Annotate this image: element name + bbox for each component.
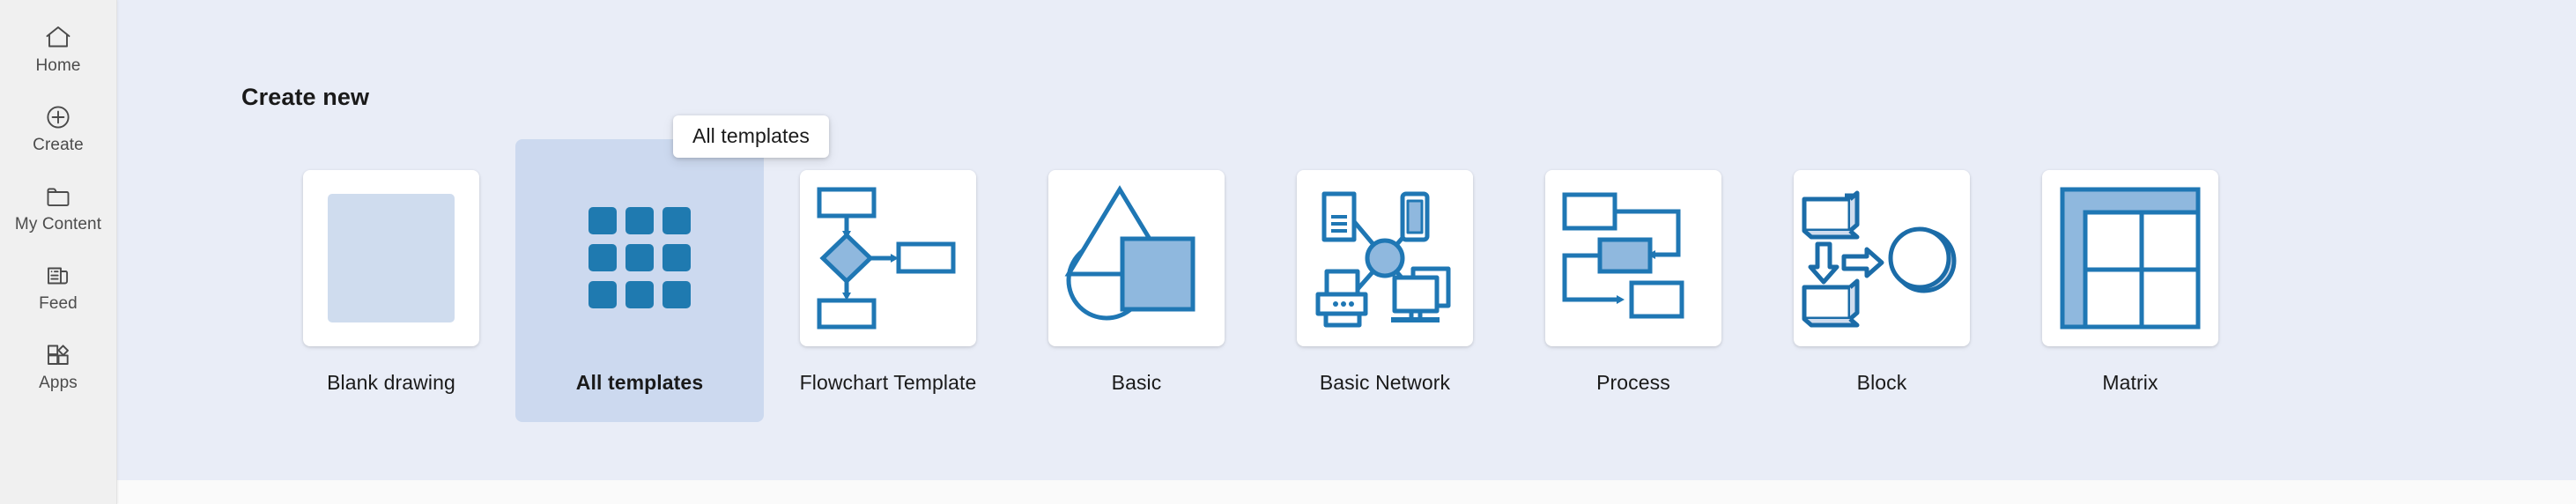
- basic-network-icon: [1297, 170, 1473, 346]
- template-thumbnail: [2042, 170, 2218, 346]
- sidebar-item-create[interactable]: Create: [0, 88, 117, 167]
- main-content-area: Create new Blank drawing All templates F…: [117, 0, 2576, 480]
- sidebar-item-feed[interactable]: Feed: [0, 247, 117, 326]
- create-new-card-strip: Blank drawing All templates Flowchart Te…: [267, 139, 2254, 422]
- template-card-basic-network[interactable]: Basic Network: [1261, 139, 1509, 422]
- sidebar-item-label: Create: [33, 136, 84, 154]
- template-card-all-templates[interactable]: All templates: [515, 139, 764, 422]
- page-bottom-strip: [118, 480, 2576, 504]
- sidebar-item-label: My Content: [14, 215, 102, 233]
- template-card-basic[interactable]: Basic: [1012, 139, 1261, 422]
- matrix-icon: [2042, 170, 2218, 346]
- tooltip-all-templates: All templates: [673, 115, 829, 158]
- template-card-block[interactable]: Block: [1758, 139, 2006, 422]
- template-card-label: Basic Network: [1319, 371, 1451, 394]
- home-icon: [43, 23, 73, 53]
- template-card-label: All templates: [575, 371, 704, 394]
- template-card-label: Block: [1856, 371, 1907, 394]
- folder-icon: [43, 182, 73, 211]
- flowchart-icon: [800, 170, 976, 346]
- sidebar-item-label: Home: [35, 56, 81, 75]
- template-thumbnail: [1297, 170, 1473, 346]
- sidebar-item-label: Feed: [39, 294, 78, 313]
- template-thumbnail: [303, 170, 479, 346]
- sidebar-item-label: Apps: [39, 374, 78, 392]
- template-card-matrix[interactable]: Matrix: [2006, 139, 2254, 422]
- template-card-process[interactable]: Process: [1509, 139, 1758, 422]
- sidebar-item-home[interactable]: Home: [0, 9, 117, 88]
- block-icon: [1794, 170, 1970, 346]
- template-card-label: Matrix: [2102, 371, 2158, 394]
- template-thumbnail: [1545, 170, 1721, 346]
- template-card-label: Flowchart Template: [799, 371, 977, 394]
- plus-circle-icon: [43, 102, 73, 132]
- sidebar-item-apps[interactable]: Apps: [0, 326, 117, 405]
- template-thumbnail: [1048, 170, 1225, 346]
- template-card-blank-drawing[interactable]: Blank drawing: [267, 139, 515, 422]
- page-title: Create new: [241, 84, 370, 110]
- template-card-flowchart-template[interactable]: Flowchart Template: [764, 139, 1012, 422]
- apps-icon: [43, 340, 73, 370]
- left-nav-rail: Home Create My Content Feed Apps: [0, 0, 117, 504]
- template-thumbnail: [800, 170, 976, 346]
- template-card-label: Basic: [1111, 371, 1162, 394]
- template-thumbnail: [1794, 170, 1970, 346]
- app-root: Home Create My Content Feed Apps Create …: [0, 0, 2576, 504]
- feed-icon: [43, 261, 73, 291]
- template-card-label: Blank drawing: [327, 371, 455, 394]
- basic-shapes-icon: [1048, 170, 1225, 346]
- all-templates-grid-icon: [551, 170, 728, 346]
- process-icon: [1545, 170, 1721, 346]
- blank-drawing-icon: [303, 170, 479, 346]
- sidebar-item-my-content[interactable]: My Content: [0, 167, 117, 247]
- template-card-label: Process: [1596, 371, 1670, 394]
- template-thumbnail: [551, 170, 728, 346]
